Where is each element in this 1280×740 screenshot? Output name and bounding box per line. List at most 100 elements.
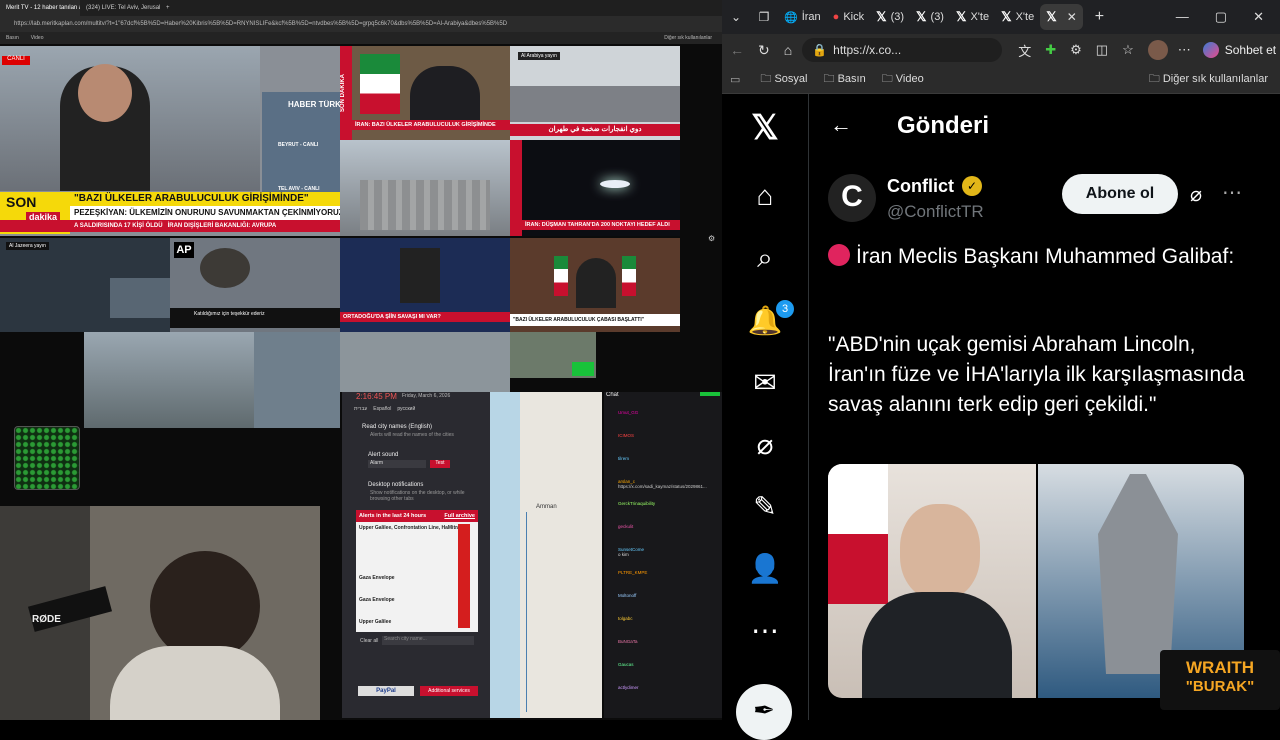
chat-message[interactable]: Moltonoff: [618, 593, 722, 616]
tv-tile-aerial[interactable]: [84, 332, 254, 428]
read-city-option[interactable]: Read city names (English): [362, 424, 432, 430]
clear-all-button[interactable]: Clear all: [360, 638, 378, 644]
chat-message[interactable]: tilrem: [618, 456, 722, 479]
minimize-icon[interactable]: —: [1176, 9, 1189, 25]
chat-username[interactable]: Moltonoff: [618, 593, 636, 598]
lang-russian[interactable]: русский: [397, 406, 415, 412]
tab-actions-icon[interactable]: ▭: [730, 73, 740, 86]
tv-tile-ortadogu[interactable]: ORTADOĞU'DA ŞİİN SAVAŞI MI VAR?: [340, 238, 510, 332]
tv-tile-aljazeera[interactable]: Al Jazeera yayın: [0, 238, 170, 332]
paypal-button[interactable]: PayPal: [358, 686, 414, 696]
tv-tile-multicam[interactable]: [254, 332, 340, 428]
tv-tile-skyline[interactable]: [340, 332, 510, 392]
bookmark-video[interactable]: Video: [31, 35, 44, 41]
extension-icon[interactable]: ✚: [1045, 42, 1056, 58]
avatar[interactable]: [1147, 40, 1168, 60]
desktop-notifications-option[interactable]: Desktop notifications: [368, 482, 423, 488]
post-compose-button[interactable]: ✒: [736, 684, 792, 740]
follow-button[interactable]: Abone ol: [1062, 174, 1178, 214]
israel-map[interactable]: Amman: [490, 392, 602, 718]
chat-message[interactable]: PLTRE_KMPE: [618, 570, 722, 593]
author-avatar[interactable]: C: [828, 174, 876, 222]
tv-tile-field[interactable]: [510, 332, 596, 378]
chat-message[interactable]: actlydimer: [618, 685, 722, 708]
test-button[interactable]: Test: [430, 460, 450, 468]
bookmark-basin[interactable]: Basın: [6, 35, 19, 41]
translate-icon[interactable]: 文: [1018, 41, 1031, 60]
chat-username[interactable]: geckulit: [618, 524, 633, 529]
left-address-bar[interactable]: https://lab.meritkaplan.com/multitv/?t=1…: [0, 16, 722, 32]
home-icon[interactable]: ⌂: [784, 42, 792, 58]
lang-hebrew[interactable]: עברית: [354, 406, 367, 412]
alert-sound-option[interactable]: Alert sound: [368, 452, 398, 458]
messages-envelope-icon[interactable]: ✉: [722, 366, 808, 399]
chat-username[interactable]: tolgabc: [618, 616, 633, 621]
bookmark-other-r[interactable]: 🗀 Diğer sık kullanılanlar: [1149, 70, 1268, 89]
chat-message[interactable]: GerckTrinaquibility: [618, 501, 722, 524]
alarm-select[interactable]: Alarm: [368, 460, 426, 468]
close-window-icon[interactable]: ✕: [1253, 9, 1264, 25]
chat-link[interactable]: https://x.com/sadi_kaymaz/status/2029861…: [618, 484, 722, 489]
chat-username[interactable]: ICIMOS: [618, 433, 634, 438]
grok-post-icon[interactable]: ⌀: [1190, 182, 1202, 207]
chat-username[interactable]: tilrem: [618, 456, 629, 461]
new-tab-plus-icon[interactable]: +: [1095, 8, 1104, 26]
tab-x-te-a[interactable]: 𝕏 X'te: [950, 4, 995, 30]
additional-services-button[interactable]: Additional services: [420, 686, 478, 696]
more-options-icon[interactable]: ⋯: [1222, 180, 1242, 205]
chat-username[interactable]: Umut_GG: [618, 410, 638, 415]
tab-kick[interactable]: ● Kick: [827, 4, 870, 30]
chat-message[interactable]: tolgabc: [618, 616, 722, 639]
lang-spanish[interactable]: Español: [373, 406, 391, 412]
chat-message[interactable]: BuNGaTa: [618, 639, 722, 662]
tv-tile-speech[interactable]: "BAZI ÜLKELER ARABULUCULUK ÇABASI BAŞLAT…: [510, 238, 680, 332]
post-image-ghalibaf[interactable]: [828, 464, 1036, 698]
bookmark-video-r[interactable]: 🗀 Video: [882, 70, 924, 89]
back-arrow-icon[interactable]: ←: [830, 112, 852, 138]
author-name[interactable]: Conflict: [887, 176, 954, 197]
author-handle[interactable]: @ConflictTR: [887, 202, 984, 222]
tv-tile-ap[interactable]: AP Katıldığımız için teşekkür ederiz: [170, 238, 340, 332]
chat-message[interactable]: SunsetCome o kim: [618, 547, 722, 570]
tv-tile-pezeshkian[interactable]: SON DAKİKA İRAN: BAZI ÜLKELER ARABULUCUL…: [340, 46, 510, 140]
tab-iran[interactable]: 🌐 İran: [778, 4, 827, 30]
chat-username[interactable]: PLTRE_KMPE: [618, 570, 647, 575]
tab-active[interactable]: 𝕏 ✕: [1040, 4, 1083, 30]
copilot-icon[interactable]: [1202, 42, 1219, 58]
address-bar[interactable]: 🔒 https://x.co...: [802, 38, 1003, 62]
tv-tile-alarabiya[interactable]: Al Arabiya yayın دوي انفجارات ضخمة في طه…: [510, 46, 680, 140]
x-home-logo-icon[interactable]: 𝕏: [722, 108, 808, 148]
bookmark-other[interactable]: Diğer sık kullanılanlar: [664, 35, 712, 41]
workspaces-icon[interactable]: ❐: [750, 10, 778, 24]
chat-message[interactable]: Umut_GG: [618, 410, 722, 433]
notifications-bell-icon[interactable]: 🔔: [722, 304, 808, 337]
full-archive-link[interactable]: Full archive: [444, 513, 475, 519]
search-nav-icon[interactable]: ⌕: [722, 242, 808, 275]
gear-icon[interactable]: ⚙: [708, 234, 715, 243]
maximize-icon[interactable]: ▢: [1215, 9, 1227, 25]
left-new-tab-button[interactable]: +: [160, 0, 176, 16]
more-circle-icon[interactable]: ⋯: [722, 614, 808, 647]
chat-message[interactable]: geckulit: [618, 524, 722, 547]
chat-username[interactable]: BuNGaTa: [618, 639, 638, 644]
chat-username[interactable]: actlydimer: [618, 685, 639, 690]
chat-message[interactable]: ICIMOS: [618, 433, 722, 456]
profile-person-icon[interactable]: 👤: [722, 552, 808, 585]
tab-x-te-b[interactable]: 𝕏 X'te: [995, 4, 1040, 30]
tv-tile-city[interactable]: [340, 140, 510, 236]
compose-list-icon[interactable]: ✎: [722, 490, 808, 523]
puzzle-icon[interactable]: ⚙: [1070, 42, 1082, 58]
chat-username[interactable]: GerckTrinaquibility: [618, 501, 655, 506]
bookmark-sosyal[interactable]: 🗀 Sosyal: [760, 70, 807, 89]
more-options-icon[interactable]: ⋯: [1178, 42, 1191, 58]
favorites-icon[interactable]: ☆: [1122, 42, 1134, 58]
chat-message[interactable]: arslan_c https://x.com/sadi_kaymaz/status…: [618, 479, 722, 501]
grok-icon[interactable]: ⌀: [722, 428, 808, 461]
chat-button[interactable]: Sohbet et: [1225, 43, 1276, 57]
tab-x-3b[interactable]: 𝕏 (3): [910, 4, 950, 30]
city-search-input[interactable]: Search city name...: [382, 636, 474, 645]
home-nav-icon[interactable]: ⌂: [722, 180, 808, 212]
tab-x-3a[interactable]: 𝕏 (3): [870, 4, 910, 30]
chat-username[interactable]: Gaucas: [618, 662, 634, 667]
bookmark-basin-r[interactable]: 🗀 Basın: [824, 70, 866, 89]
